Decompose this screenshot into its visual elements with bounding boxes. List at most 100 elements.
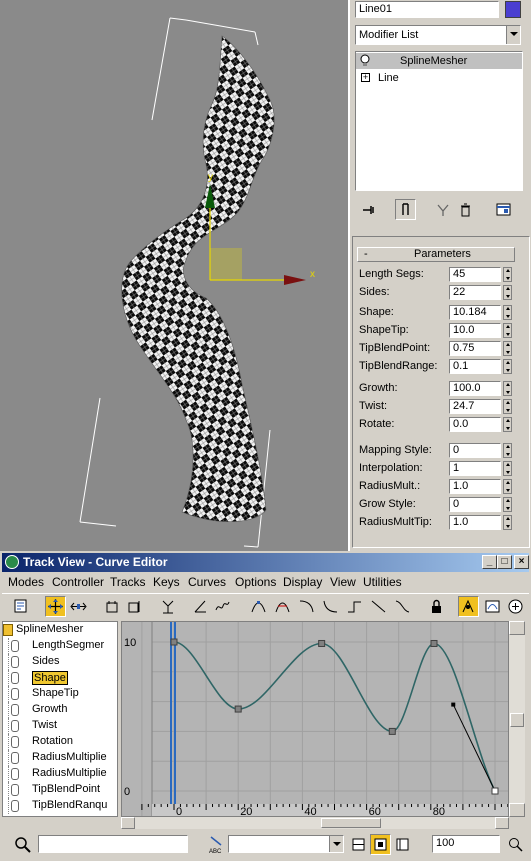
zoom-region-icon[interactable] [505,834,526,855]
vertical-scrollbar[interactable] [509,621,525,817]
horizontal-scroll-thumb[interactable] [321,818,381,828]
make-unique-icon[interactable] [433,199,454,220]
tree-item[interactable]: TipBlendPoint [3,782,117,798]
spinner-arrows-icon[interactable] [503,381,512,396]
rollout-collapse-toggle[interactable]: - [364,248,368,260]
chevron-down-icon[interactable] [506,26,520,44]
tangent-step-icon[interactable] [344,596,365,617]
param-value-field[interactable]: 45 [449,267,501,282]
curve-graph-canvas[interactable]: 10 0 0 20 40 60 80 [122,622,509,817]
spinner-arrows-icon[interactable] [503,285,512,300]
param-value-field[interactable]: 24.7 [449,399,501,414]
perspective-viewport[interactable]: x y [0,0,348,551]
show-keyable-icons-icon[interactable] [505,596,526,617]
title-bar[interactable]: Track View - Curve Editor _ □ × [2,553,529,572]
param-value-field[interactable]: 0.75 [449,341,501,356]
tree-item[interactable]: Rotation [3,734,117,750]
param-value-field[interactable]: 10.184 [449,305,501,320]
menu-controller[interactable]: Controller [52,575,104,589]
param-value-field[interactable]: 1.0 [449,515,501,530]
tree-item[interactable]: Twist [3,718,117,734]
menu-view[interactable]: View [330,575,356,589]
track-name-dropdown[interactable] [228,835,344,853]
tangent-fast-icon[interactable] [296,596,317,617]
tree-item[interactable]: LengthSegmer [3,638,117,654]
reduce-keys-icon[interactable] [212,596,233,617]
stack-item-splinemesher[interactable]: SplineMesher [356,53,522,69]
tree-item[interactable]: RadiusMultiplie [3,766,117,782]
close-button[interactable]: × [514,555,529,569]
spinner-arrows-icon[interactable] [503,443,512,458]
scale-values-icon[interactable] [124,596,145,617]
spinner-arrows-icon[interactable] [503,399,512,414]
tree-item[interactable]: Growth [3,702,117,718]
param-value-field[interactable]: 0.0 [449,417,501,432]
scroll-up-button[interactable] [509,621,525,635]
param-value-field[interactable]: 10.0 [449,323,501,338]
maximize-button[interactable]: □ [497,555,512,569]
menu-keys[interactable]: Keys [153,575,180,589]
vertical-scroll-thumb[interactable] [510,713,524,727]
zoom-value-field[interactable]: 100 [432,835,500,853]
menu-modes[interactable]: Modes [8,575,44,589]
spinner-arrows-icon[interactable] [503,497,512,512]
spinner-arrows-icon[interactable] [503,417,512,432]
lock-selection-icon[interactable] [426,596,447,617]
show-end-result-icon[interactable] [395,199,416,220]
zoom-value-extents-icon[interactable] [392,834,413,855]
tree-item[interactable]: RadiusMultiplie [3,750,117,766]
menu-utilities[interactable]: Utilities [363,575,402,589]
spinner-arrows-icon[interactable] [503,359,512,374]
configure-sets-icon[interactable] [493,199,514,220]
tangent-auto-icon[interactable] [248,596,269,617]
add-keys-icon[interactable] [158,596,179,617]
filter-by-name-icon[interactable]: ABC [208,835,224,855]
spinner-arrows-icon[interactable] [503,323,512,338]
draw-curves-icon[interactable] [190,596,211,617]
zoom-horizontal-extents-icon[interactable] [370,834,391,855]
tree-item[interactable]: Sides [3,654,117,670]
tangent-custom-icon[interactable] [272,596,293,617]
parameter-curve-out-of-range-icon[interactable] [482,596,503,617]
move-keys-icon[interactable] [45,596,66,617]
object-color-swatch[interactable] [505,1,521,18]
curve-graph[interactable]: 10 0 0 20 40 60 80 [121,621,509,817]
spinner-arrows-icon[interactable] [503,305,512,320]
tangent-slow-icon[interactable] [320,596,341,617]
param-value-field[interactable]: 0 [449,497,501,512]
snap-frames-icon[interactable] [458,596,479,617]
param-value-field[interactable]: 100.0 [449,381,501,396]
menu-options[interactable]: Options [235,575,276,589]
scroll-right-button[interactable] [495,817,509,829]
lightbulb-icon[interactable] [360,54,370,67]
param-value-field[interactable]: 22 [449,285,501,300]
tree-item[interactable]: ShapeTip [3,686,117,702]
tree-item[interactable]: TipBlendRanqu [3,798,117,814]
menu-tracks[interactable]: Tracks [110,575,146,589]
scroll-left-button[interactable] [121,817,135,829]
param-value-field[interactable]: 0 [449,443,501,458]
spinner-arrows-icon[interactable] [503,479,512,494]
selected-object-field[interactable] [38,835,188,853]
horizontal-scrollbar[interactable] [121,817,509,829]
spinner-arrows-icon[interactable] [503,515,512,530]
pin-stack-icon[interactable] [359,199,380,220]
scale-keys-icon[interactable] [102,596,123,617]
spinner-arrows-icon[interactable] [503,341,512,356]
slide-keys-icon[interactable] [68,596,89,617]
chevron-down-icon[interactable] [329,836,343,852]
remove-modifier-icon[interactable] [455,199,476,220]
param-value-field[interactable]: 1 [449,461,501,476]
zoom-selected-object-icon[interactable] [14,836,32,854]
tangent-linear-icon[interactable] [368,596,389,617]
minimize-button[interactable]: _ [482,555,497,569]
tangent-smooth-icon[interactable] [392,596,413,617]
param-value-field[interactable]: 0.1 [449,359,501,374]
object-name-field[interactable]: Line01 [355,1,499,18]
filters-icon[interactable] [10,596,31,617]
pan-icon[interactable] [348,834,369,855]
tree-item[interactable]: Shape [3,670,117,686]
spinner-arrows-icon[interactable] [503,461,512,476]
menu-display[interactable]: Display [283,575,322,589]
modifier-list-dropdown[interactable]: Modifier List [355,25,521,45]
